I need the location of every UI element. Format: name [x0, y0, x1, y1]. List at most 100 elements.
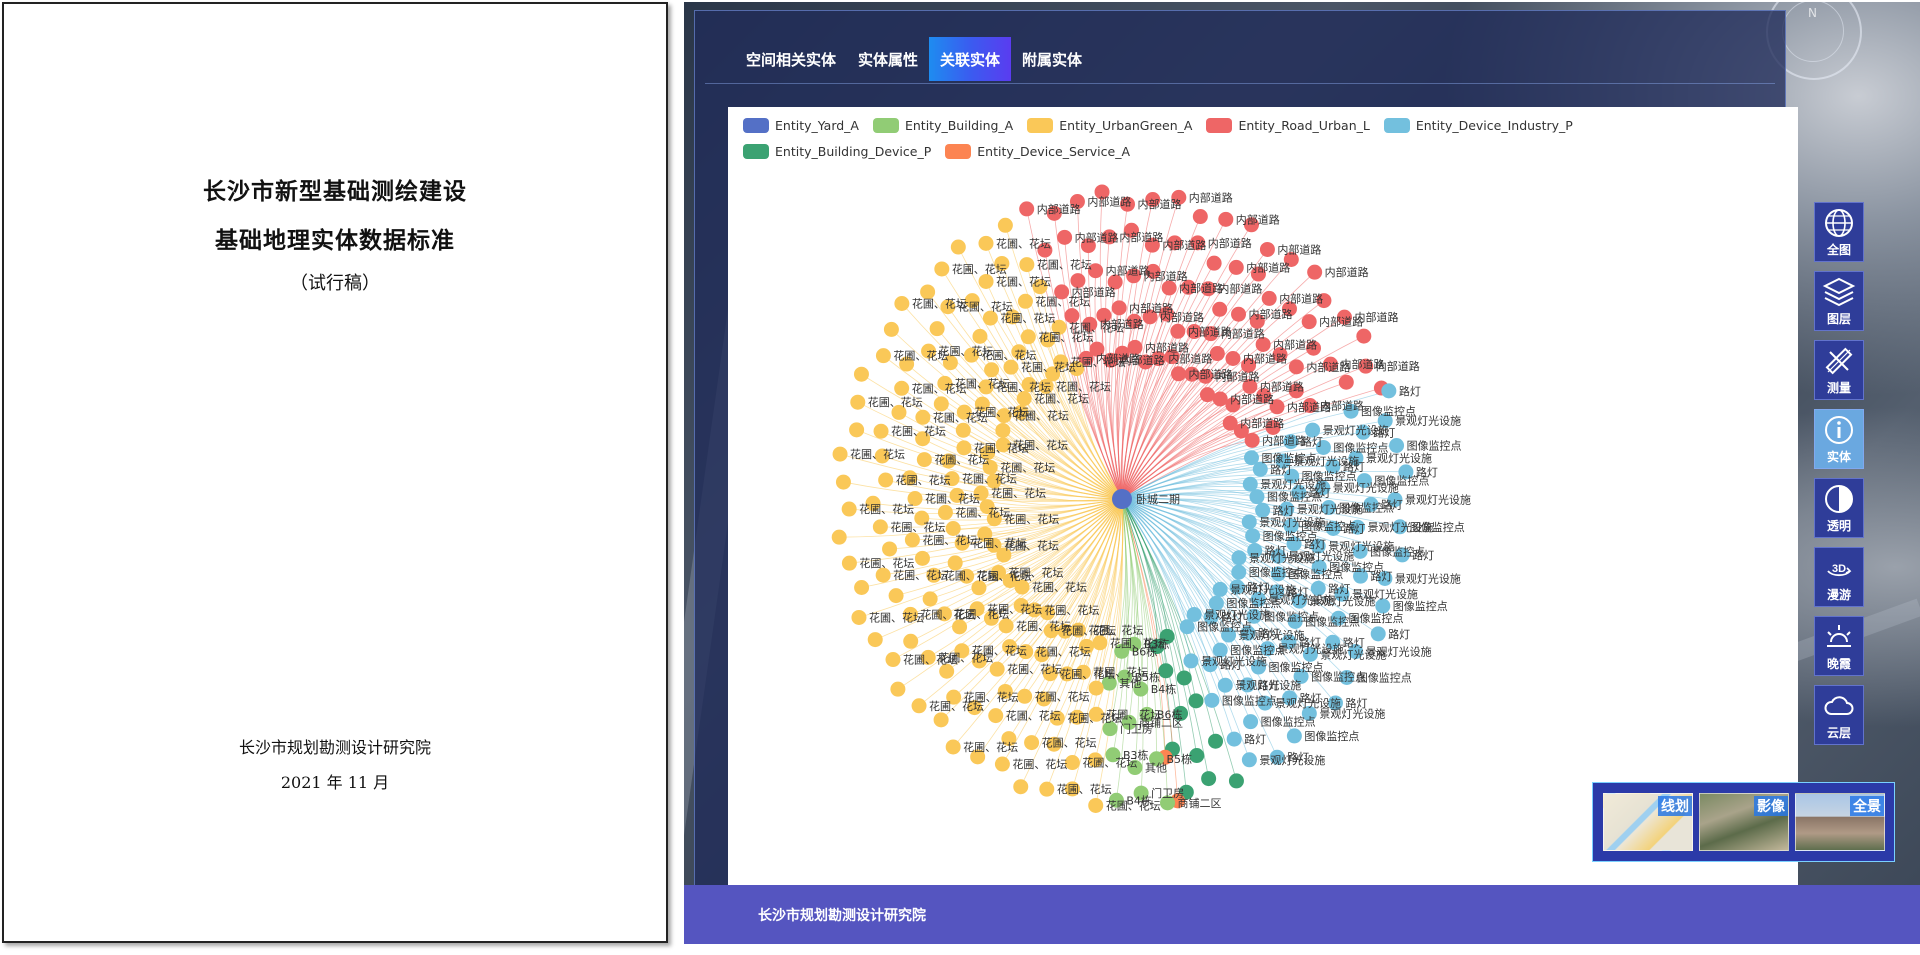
graph-node[interactable] [1088, 680, 1104, 696]
graph-node[interactable] [1356, 328, 1372, 344]
graph-node[interactable] [1245, 528, 1261, 544]
graph-node[interactable] [995, 422, 1011, 438]
graph-node[interactable] [1179, 619, 1195, 635]
legend-item[interactable]: Entity_Building_Device_P [743, 141, 931, 161]
measure-button[interactable]: 测量 [1814, 340, 1864, 400]
graph-node[interactable] [947, 555, 963, 571]
tab-related-entities[interactable]: 关联实体 [929, 37, 1012, 81]
graph-node[interactable] [1218, 211, 1234, 227]
graph-node[interactable] [1020, 329, 1036, 345]
graph-node[interactable] [1019, 257, 1035, 273]
graph-node[interactable] [916, 452, 932, 468]
legend-item[interactable]: Entity_Yard_A [743, 115, 859, 135]
graph-node[interactable] [903, 633, 919, 649]
graph-node[interactable] [937, 504, 953, 520]
graph-node[interactable] [888, 588, 904, 604]
graph-node[interactable] [875, 348, 891, 364]
graph-node[interactable] [1231, 564, 1247, 580]
graph-node[interactable] [915, 409, 931, 425]
sunset-button[interactable]: 晚霞 [1814, 616, 1864, 676]
graph-node[interactable] [994, 756, 1010, 772]
tab-spatial-entities[interactable]: 空间相关实体 [735, 37, 847, 81]
graph-node[interactable] [1039, 781, 1055, 797]
graph-node[interactable] [922, 591, 938, 607]
graph-node[interactable] [894, 380, 910, 396]
graph-node[interactable] [1188, 693, 1204, 709]
graph-node[interactable] [911, 698, 927, 714]
graph-node[interactable] [950, 239, 966, 255]
graph-node[interactable] [1217, 677, 1233, 693]
transparency-button[interactable]: 透明 [1814, 478, 1864, 538]
graph-node[interactable] [890, 681, 906, 697]
graph-node[interactable] [1231, 306, 1247, 322]
graph-node[interactable] [1183, 653, 1199, 669]
graph-node[interactable] [1226, 731, 1242, 747]
graph-node[interactable] [1244, 432, 1260, 448]
graph-node[interactable] [1170, 323, 1186, 339]
graph-node[interactable] [1301, 314, 1317, 330]
fullmap-button[interactable]: 全图 [1814, 202, 1864, 262]
graph-node[interactable] [850, 394, 866, 410]
graph-node[interactable] [1288, 359, 1304, 375]
tab-subsidiary-entities[interactable]: 附属实体 [1011, 37, 1093, 81]
graph-node[interactable] [1243, 714, 1259, 730]
graph-node[interactable] [934, 261, 950, 277]
graph-node[interactable] [1241, 752, 1257, 768]
graph-node[interactable] [914, 550, 930, 566]
graph-node[interactable] [878, 472, 894, 488]
graph-node[interactable] [1212, 581, 1228, 597]
graph-node[interactable] [1204, 692, 1220, 708]
graph-node[interactable] [849, 422, 865, 438]
graph-node[interactable] [853, 366, 869, 382]
graph-node[interactable] [978, 235, 994, 251]
graph-node[interactable] [882, 541, 898, 557]
graph-node[interactable] [1338, 374, 1354, 390]
graph-node[interactable] [854, 579, 870, 595]
relation-graph[interactable]: 内部道路 内部道路 内部道路 内部道路 内部道路 内部道路 内部道路 内部道路 内部道路 内部道路… [728, 107, 1798, 887]
graph-node[interactable] [851, 609, 867, 625]
graph-node[interactable] [841, 555, 857, 571]
legend-item[interactable]: Entity_UrbanGreen_A [1027, 115, 1192, 135]
graph-node[interactable] [832, 446, 848, 462]
graph-node[interactable] [1381, 383, 1397, 399]
legend-item[interactable]: Entity_Device_Industry_P [1383, 115, 1573, 135]
graph-node[interactable] [1261, 290, 1277, 306]
graph-node[interactable] [883, 321, 899, 337]
graph-node[interactable] [1201, 771, 1217, 787]
graph-node[interactable] [1019, 201, 1035, 217]
roam-button[interactable]: 3D 漫游 [1814, 547, 1864, 607]
graph-node[interactable] [1228, 259, 1244, 275]
graph-center-node[interactable] [1112, 489, 1132, 509]
graph-node[interactable] [1206, 255, 1222, 271]
graph-node[interactable] [1088, 797, 1104, 813]
graph-node[interactable] [1389, 438, 1405, 454]
graph-node[interactable] [1212, 301, 1228, 317]
graph-node[interactable] [831, 529, 847, 545]
entity-button[interactable]: 实体 [1814, 409, 1864, 469]
graph-node[interactable] [955, 422, 971, 438]
graph-node[interactable] [885, 652, 901, 668]
graph-node[interactable] [1286, 728, 1302, 744]
tab-entity-attributes[interactable]: 实体属性 [847, 37, 929, 81]
legend-item[interactable]: Entity_Road_Urban_L [1206, 115, 1370, 135]
basemap-panorama[interactable]: 全景 [1795, 793, 1885, 851]
graph-node[interactable] [1176, 670, 1192, 686]
graph-node[interactable] [997, 217, 1013, 233]
graph-node[interactable] [1199, 387, 1215, 403]
graph-node[interactable] [841, 501, 857, 517]
graph-node[interactable] [988, 708, 1004, 724]
graph-node[interactable] [1158, 663, 1174, 679]
graph-node[interactable] [945, 739, 961, 755]
graph-node[interactable] [1024, 735, 1040, 751]
graph-node[interactable] [984, 362, 1000, 378]
graph-node[interactable] [904, 532, 920, 548]
graph-node[interactable] [1307, 264, 1323, 280]
relation-graph-canvas[interactable]: 内部道路内部道路内部道路内部道路内部道路内部道路内部道路内部道路内部道路内部道路… [728, 107, 1798, 887]
basemap-imagery[interactable]: 影像 [1699, 793, 1789, 851]
graph-node[interactable] [873, 423, 889, 439]
basemap-vector[interactable]: 线划 [1603, 793, 1693, 851]
graph-node[interactable] [933, 712, 949, 728]
graph-node[interactable] [929, 321, 945, 337]
graph-node[interactable] [1017, 688, 1033, 704]
legend-item[interactable]: Entity_Building_A [872, 115, 1013, 135]
